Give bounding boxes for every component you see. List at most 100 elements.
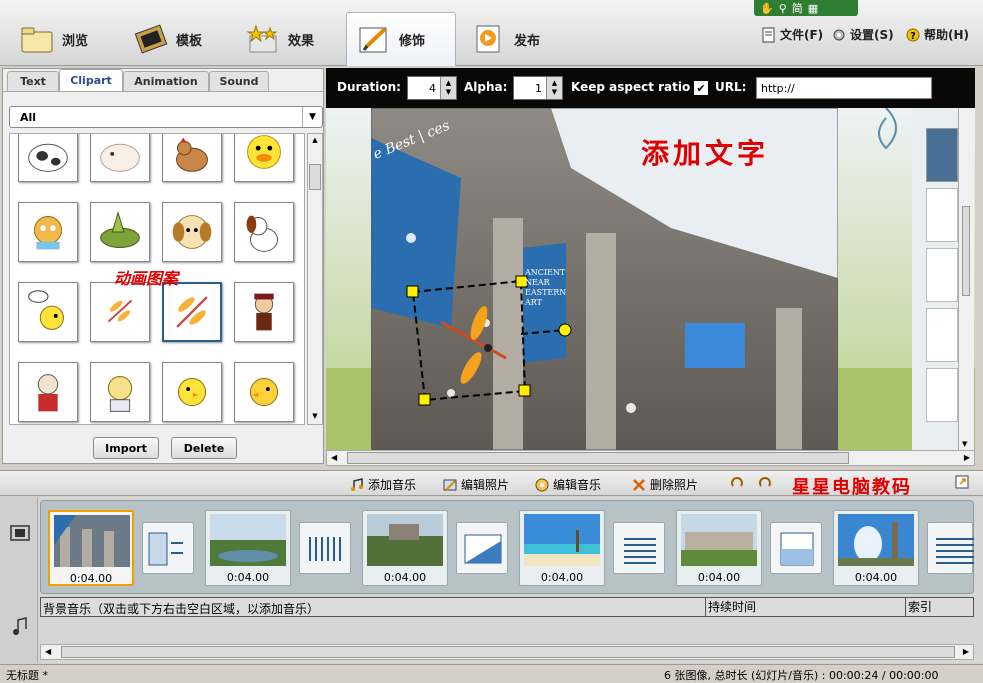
slide-5[interactable]: 0:04.00 — [676, 510, 762, 586]
hand-icon[interactable]: ✋ — [760, 2, 774, 15]
clipart-bear-doctor[interactable] — [18, 362, 78, 422]
index-column-header[interactable]: 索引 — [905, 598, 932, 616]
strip-thumb[interactable] — [926, 128, 958, 182]
clipart-cow[interactable] — [18, 134, 78, 182]
alpha-value: 1 — [535, 81, 542, 95]
photo-toolbar: 添加音乐 编辑照片 编辑音乐 删除照片 星星电脑教码 — [0, 470, 983, 498]
delete-button[interactable]: Delete — [171, 437, 237, 459]
aspect-checkbox[interactable]: ✔ — [694, 81, 708, 95]
clipart-pirate[interactable] — [234, 282, 294, 342]
photo-museum[interactable]: 添加文字 e Best | ces ANCIENT NEAR EASTERN A… — [370, 107, 839, 451]
clipart-chick-2[interactable] — [234, 362, 294, 422]
language-label[interactable]: 简 — [792, 0, 803, 16]
timeline-sidebar — [0, 497, 38, 663]
rotate-left-button[interactable] — [730, 476, 744, 490]
clipart-dragon[interactable] — [90, 202, 150, 262]
keyboard-icon[interactable]: ▦ — [808, 2, 818, 15]
edit-photo-button[interactable]: 编辑照片 — [443, 476, 509, 493]
panel-tab-clipart[interactable]: Clipart — [59, 69, 123, 91]
scroll-right-icon[interactable]: ▶ — [964, 453, 970, 462]
import-button[interactable]: Import — [93, 437, 159, 459]
tab-browse[interactable]: 浏览 — [10, 12, 98, 66]
stars-icon — [246, 24, 280, 54]
clipart-pig[interactable] — [90, 134, 150, 182]
music-track-header[interactable]: 背景音乐（双击或下方右击空白区域，以添加音乐） 持续时间 索引 — [40, 597, 974, 617]
tab-template[interactable]: 模板 — [124, 12, 212, 66]
scroll-thumb[interactable] — [309, 164, 321, 190]
edit-music-icon — [535, 478, 549, 491]
category-select[interactable]: All ▼ — [9, 106, 323, 128]
delete-photo-label: 删除照片 — [650, 478, 699, 492]
clipart-robot[interactable] — [18, 202, 78, 262]
scroll-left-icon[interactable]: ◀ — [45, 647, 51, 656]
clipart-puppy[interactable] — [162, 202, 222, 262]
duration-stepper[interactable]: 4 ▲ ▼ — [407, 76, 457, 100]
tab-decorate[interactable]: 修饰 — [346, 12, 456, 66]
clipart-chick[interactable] — [162, 362, 222, 422]
clipart-dog[interactable] — [234, 202, 294, 262]
rotate-right-button[interactable] — [758, 476, 772, 490]
url-input[interactable]: http:// — [756, 77, 932, 99]
scroll-thumb[interactable] — [962, 206, 970, 296]
clipart-hen[interactable] — [162, 134, 222, 182]
slide-2[interactable]: 0:04.00 — [205, 510, 291, 586]
menu-settings[interactable]: 设置(S) — [832, 26, 894, 43]
alpha-stepper[interactable]: 1 ▲ ▼ — [513, 76, 563, 100]
stepper-arrows-icon[interactable]: ▲ ▼ — [546, 77, 562, 99]
scroll-down-icon[interactable]: ▼ — [962, 440, 967, 448]
chevron-down-icon[interactable]: ▼ — [302, 107, 322, 127]
scroll-left-icon[interactable]: ◀ — [331, 453, 337, 462]
scroll-down-icon[interactable]: ▼ — [310, 412, 320, 422]
transition-3[interactable] — [456, 522, 508, 574]
help-icon: ? — [906, 28, 920, 42]
edit-photo-label: 编辑照片 — [461, 478, 510, 492]
slide-duration: 0:04.00 — [383, 571, 427, 584]
clipart-duckling[interactable] — [234, 134, 294, 182]
scroll-up-icon[interactable]: ▲ — [310, 136, 320, 146]
search-icon[interactable]: ⚲ — [779, 2, 787, 15]
music-drop-area[interactable] — [40, 617, 974, 643]
canvas-vertical-scrollbar[interactable]: ▼ — [958, 108, 974, 450]
clipart-dragonfly-small[interactable] — [90, 282, 150, 342]
scroll-thumb[interactable] — [61, 646, 955, 658]
strip-thumb[interactable] — [926, 308, 958, 362]
transition-2[interactable] — [299, 522, 351, 574]
editor-toolbar: Duration: 4 ▲ ▼ Alpha: 1 ▲ ▼ Keep aspect r… — [326, 68, 975, 108]
tab-publish[interactable]: 发布 — [462, 12, 550, 66]
canvas-horizontal-scrollbar[interactable]: ◀ ▶ — [326, 450, 975, 466]
strip-thumb[interactable] — [926, 248, 958, 302]
clipart-scrollbar[interactable]: ▲ ▼ — [307, 133, 323, 425]
panel-tab-text[interactable]: Text — [7, 71, 59, 91]
overlay-text[interactable]: 添加文字 — [641, 132, 769, 172]
panel-tab-animation[interactable]: Animation — [123, 71, 209, 91]
slide-3[interactable]: 0:04.00 — [362, 510, 448, 586]
panel-tab-sound[interactable]: Sound — [209, 71, 269, 91]
delete-photo-button[interactable]: 删除照片 — [632, 476, 698, 493]
timeline-scrollbar[interactable]: ◀ ▶ — [40, 644, 974, 660]
scroll-thumb[interactable] — [347, 452, 849, 464]
transition-5[interactable] — [770, 522, 822, 574]
tab-effects[interactable]: 效果 — [236, 12, 324, 66]
pencil-icon — [357, 25, 391, 55]
slide-4[interactable]: 0:04.00 — [519, 510, 605, 586]
edit-music-button[interactable]: 编辑音乐 — [535, 476, 601, 493]
menu-help[interactable]: ? 帮助(H) — [906, 26, 969, 43]
add-music-button[interactable]: 添加音乐 — [350, 476, 416, 493]
strip-thumb[interactable] — [926, 368, 958, 422]
annotation-label: 动画图案 — [114, 269, 179, 288]
transition-6[interactable] — [927, 522, 974, 574]
duration-column-header[interactable]: 持续时间 — [705, 598, 756, 616]
transition-1[interactable] — [142, 522, 194, 574]
menu-file[interactable]: 文件(F) — [762, 26, 823, 43]
transition-4[interactable] — [613, 522, 665, 574]
slide-6[interactable]: 0:04.00 — [833, 510, 919, 586]
expand-button[interactable] — [955, 475, 969, 489]
clipart-cat[interactable] — [90, 362, 150, 422]
slide-1[interactable]: 0:04.00 — [48, 510, 134, 586]
clipart-bird-bubble[interactable] — [18, 282, 78, 342]
clipart-grid: 动画图案 — [9, 133, 305, 425]
clipart-dragonfly-selected[interactable] — [162, 282, 222, 342]
stepper-arrows-icon[interactable]: ▲ ▼ — [440, 77, 456, 99]
scroll-right-icon[interactable]: ▶ — [963, 647, 969, 656]
strip-thumb[interactable] — [926, 188, 958, 242]
